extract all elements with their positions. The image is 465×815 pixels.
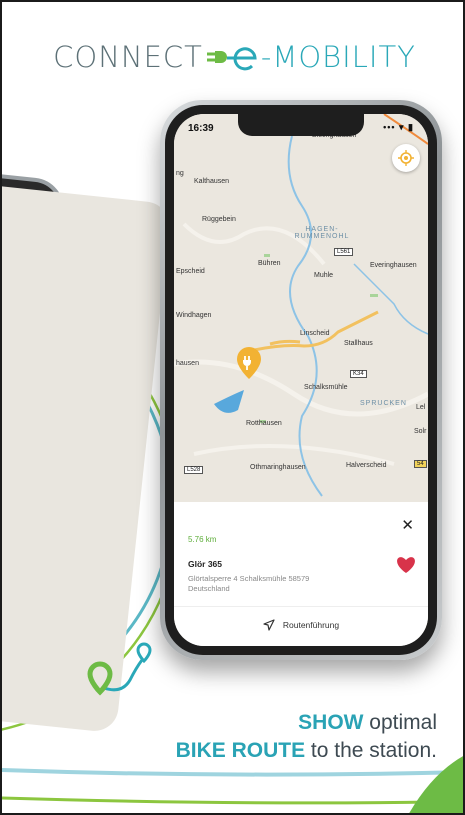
phone-mockup: 16:39 ••• ▾ ▮ Biet: [160, 100, 442, 660]
address-line: Glörtalsperre 4 Schalksmühle 58579: [188, 574, 310, 583]
station-name: Glör 365: [188, 559, 223, 569]
close-icon[interactable]: ✕: [401, 516, 414, 534]
map-label: Rotthausen: [246, 420, 282, 427]
navigation-arrow-icon: [263, 619, 275, 631]
status-icons: ••• ▾ ▮: [383, 122, 414, 132]
road-label: K34: [350, 370, 367, 378]
tagline-bike-route: BIKE ROUTE: [175, 739, 306, 762]
route-guidance-label: Routenführung: [282, 620, 340, 630]
locate-icon: [398, 150, 414, 166]
road-label: L528: [184, 466, 204, 474]
map-label: Kalthausen: [194, 178, 230, 185]
map-label: Windhagen: [176, 312, 212, 319]
brand-suffix: -MOBILITY: [260, 40, 416, 74]
map-terrain: [174, 114, 428, 497]
road-label: 54: [414, 460, 427, 468]
map-label: Schalksmühle: [304, 384, 348, 391]
map-label: Othmaringhausen: [250, 464, 306, 471]
charging-pin-icon[interactable]: [236, 346, 262, 380]
distance-label: 5.76 km: [188, 535, 217, 544]
station-info-card: ✕ 5.76 km Glör 365 Glörtalsperre 4 Schal…: [174, 502, 428, 646]
map-label: Rüggebein: [202, 216, 236, 223]
tagline-line-1: SHOW optimal: [176, 709, 437, 737]
map-label: hausen: [176, 360, 199, 367]
road-label: L561: [334, 248, 354, 256]
map-label: Lel: [416, 404, 426, 411]
map-label: Halverscheid: [346, 462, 387, 469]
map-label: Solr: [414, 428, 427, 435]
station-address: Glörtalsperre 4 Schalksmühle 58579 Deuts…: [188, 574, 378, 594]
route-pins-icon: [87, 642, 152, 696]
heart-icon[interactable]: [396, 556, 416, 574]
map-label: Epscheid: [176, 268, 205, 275]
map-view[interactable]: Bietinghausen ng Kalthausen Rüggebein HA…: [174, 114, 428, 502]
phone-notch: [238, 114, 364, 136]
status-time: 16:39: [188, 123, 214, 134]
secondary-phone: [2, 164, 172, 734]
brand-prefix: CONNECT: [53, 40, 203, 74]
tagline-show: SHOW: [298, 711, 364, 734]
map-label: SPRUCKEN: [360, 400, 407, 407]
tagline-to-station: to the station.: [305, 739, 437, 762]
map-label: HAGEN-RUMMENOHL: [294, 226, 350, 240]
map-label: Stallhaus: [344, 340, 373, 347]
map-label: Linscheid: [300, 330, 330, 337]
tagline-line-2: BIKE ROUTE to the station.: [176, 737, 437, 765]
map-label: Everinghausen: [370, 262, 417, 269]
plug-e-logo-icon: [206, 47, 257, 71]
locate-button[interactable]: [392, 144, 420, 172]
brand-logo: CONNECT -MOBILITY: [2, 40, 463, 74]
tagline: SHOW optimal BIKE ROUTE to the station.: [176, 709, 437, 765]
map-label: ng: [176, 170, 184, 177]
route-guidance-button[interactable]: Routenführung: [174, 614, 428, 636]
map-label: Bühren: [258, 260, 281, 267]
app-screen: 16:39 ••• ▾ ▮ Biet: [174, 114, 428, 646]
map-label: Muhle: [314, 272, 334, 279]
card-divider: [174, 606, 428, 607]
promo-frame: CONNECT -MOBILITY 16:39 ••• ▾ ▮ ng Kalth…: [0, 0, 465, 815]
address-line: Deutschland: [188, 584, 230, 593]
tagline-optimal: optimal: [363, 711, 437, 734]
